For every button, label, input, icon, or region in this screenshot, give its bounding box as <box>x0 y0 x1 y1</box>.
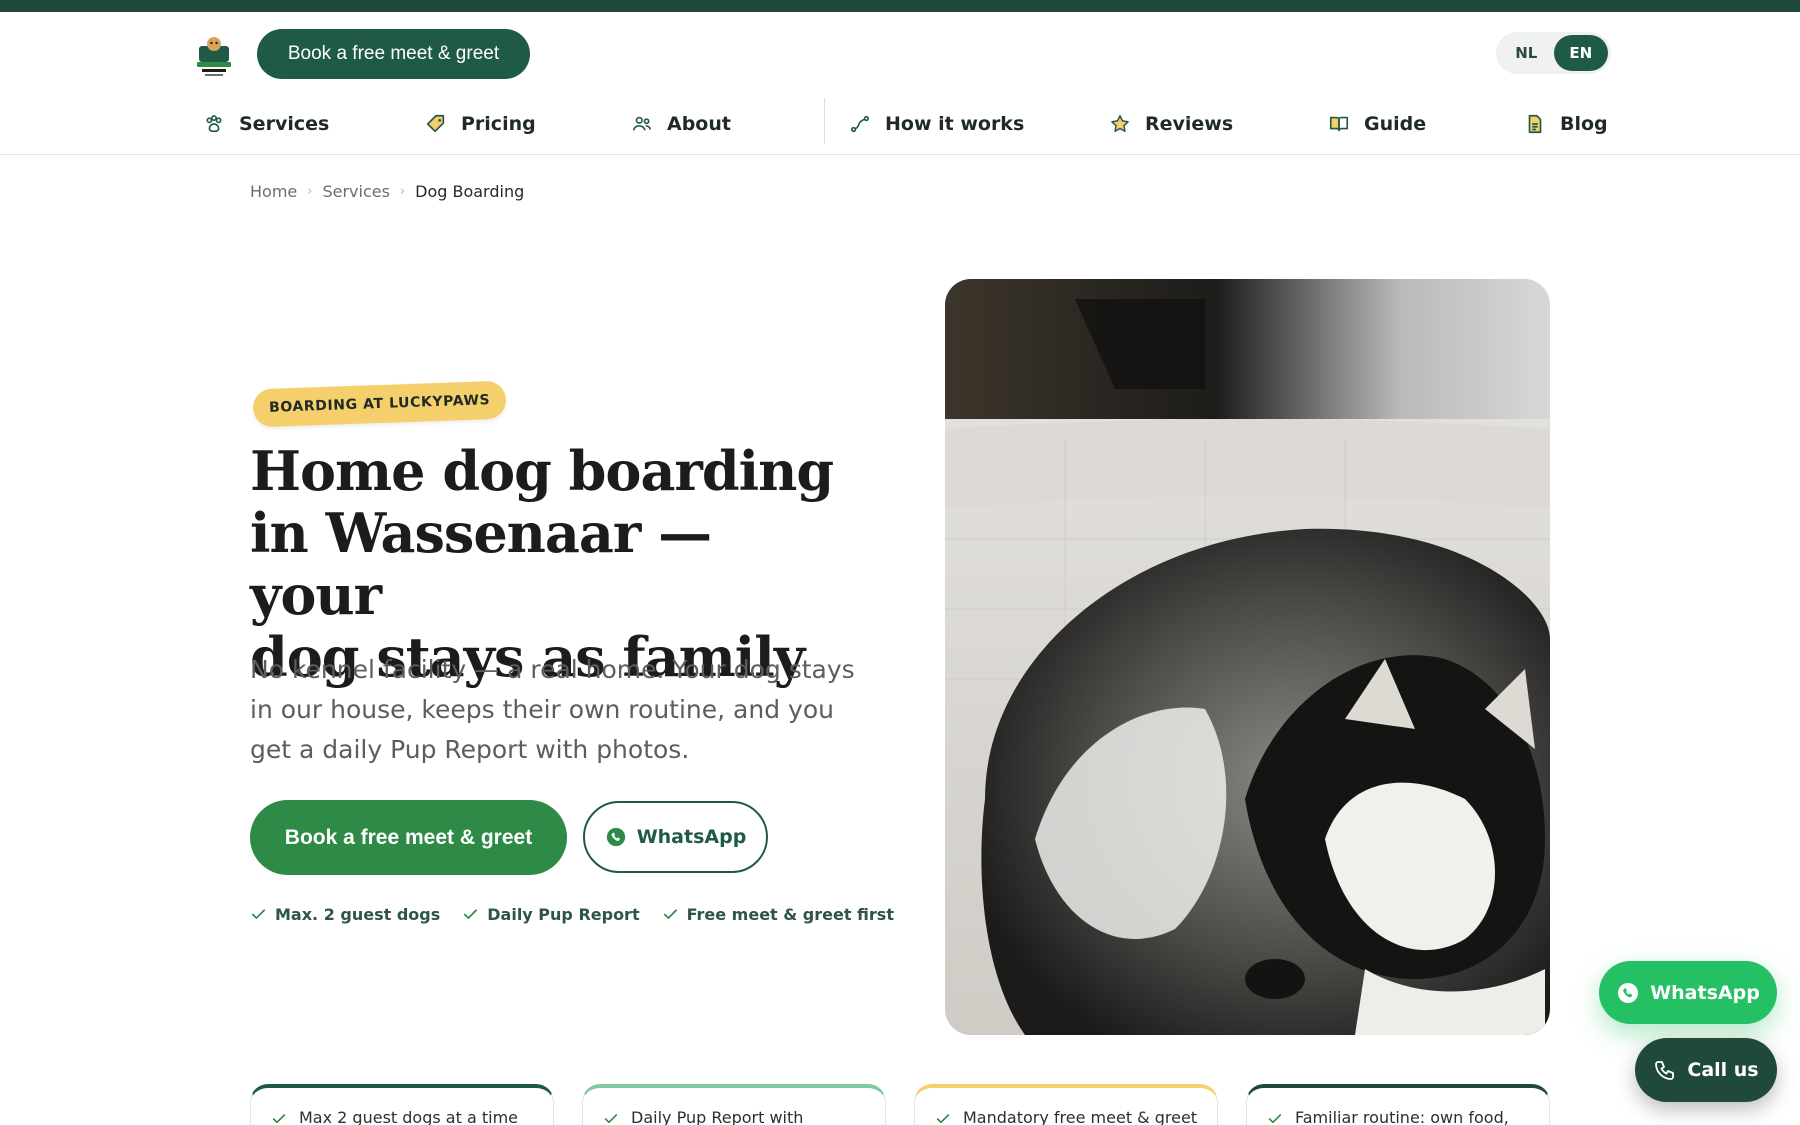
hero-dog-photo <box>945 279 1550 1035</box>
nav-item-how-it-works[interactable]: How it works <box>849 94 1024 154</box>
nav-item-label: Services <box>239 113 330 135</box>
feature-card: Mandatory free meet & greet <box>914 1084 1218 1125</box>
check-icon <box>272 1114 286 1124</box>
check-icon <box>1268 1114 1282 1124</box>
people-icon <box>632 116 652 131</box>
check-icon <box>251 909 266 919</box>
document-icon <box>1528 114 1542 134</box>
hero-book-meet-greet-button[interactable]: Book a free meet & greet <box>250 800 567 875</box>
floating-call-button[interactable]: Call us <box>1635 1038 1777 1102</box>
nav-item-about[interactable]: About <box>631 94 731 154</box>
phone-icon <box>1655 1061 1675 1080</box>
check-item: Max. 2 guest dogs <box>250 905 440 924</box>
nav-item-blog[interactable]: Blog <box>1524 94 1608 154</box>
hero-title-line: in Wassenaar — your <box>250 501 712 627</box>
check-item-label: Daily Pup Report <box>487 905 640 924</box>
language-option-en[interactable]: EN <box>1553 35 1608 71</box>
breadcrumb-services[interactable]: Services <box>322 182 389 201</box>
check-item-label: Max. 2 guest dogs <box>275 905 441 924</box>
check-icon <box>464 909 478 919</box>
book-meet-greet-button[interactable]: Book a free meet & greet <box>257 29 530 79</box>
breadcrumb: Home › Services › Dog Boarding <box>250 182 524 201</box>
nav-item-label: How it works <box>885 113 1025 135</box>
nav-item-label: Guide <box>1364 113 1427 135</box>
nav-item-label: Pricing <box>461 113 536 135</box>
floating-call-label: Call us <box>1687 1059 1759 1081</box>
feature-card-label: Familiar routine: own food, <box>1295 1108 1509 1125</box>
whatsapp-icon <box>606 827 625 847</box>
check-icon <box>936 1114 950 1124</box>
breadcrumb-current: Dog Boarding <box>415 182 525 201</box>
book-icon <box>1329 116 1349 132</box>
feature-card: Max 2 guest dogs at a time <box>250 1084 554 1125</box>
chevron-right-icon: › <box>399 184 406 199</box>
hero-badge: BOARDING AT LUCKYPAWS <box>252 380 507 428</box>
feature-card: Daily Pup Report with <box>582 1084 886 1125</box>
check-icon <box>663 909 677 919</box>
hero-checklist: Max. 2 guest dogs Daily Pup Report Free … <box>250 905 894 924</box>
nav-item-label: Reviews <box>1145 113 1234 135</box>
floating-whatsapp-label: WhatsApp <box>1650 981 1760 1004</box>
route-icon <box>850 115 870 133</box>
check-item: Free meet & greet first <box>662 905 894 924</box>
language-switcher: NL EN <box>1496 32 1611 74</box>
check-icon <box>604 1114 618 1124</box>
feature-card: Familiar routine: own food, <box>1246 1084 1550 1125</box>
hero-whatsapp-button[interactable]: WhatsApp <box>583 801 768 873</box>
whatsapp-icon <box>1618 982 1639 1003</box>
nav-item-pricing[interactable]: Pricing <box>425 94 536 154</box>
breadcrumb-home[interactable]: Home <box>250 182 297 201</box>
nav-item-label: Blog <box>1560 113 1608 135</box>
check-item: Daily Pup Report <box>462 905 640 924</box>
main-nav: Services Pricing About How it works Revi… <box>0 94 1800 154</box>
hero-whatsapp-label: WhatsApp <box>636 826 747 848</box>
hero-subtitle: No kennel facility — a real home. Your d… <box>250 655 855 764</box>
check-item-label: Free meet & greet first <box>686 905 894 924</box>
language-option-nl[interactable]: NL <box>1499 35 1554 71</box>
feature-card-label: Max 2 guest dogs at a time <box>299 1108 518 1125</box>
tag-icon <box>426 114 445 133</box>
top-accent-bar <box>0 0 1800 12</box>
lucky-paws-logo[interactable] <box>193 32 235 78</box>
star-icon <box>1111 115 1129 132</box>
feature-card-label: Daily Pup Report with <box>631 1108 804 1125</box>
nav-item-label: About <box>667 113 731 135</box>
nav-divider <box>824 98 825 144</box>
feature-card-label: Mandatory free meet & greet <box>963 1108 1198 1125</box>
nav-item-guide[interactable]: Guide <box>1328 94 1426 154</box>
nav-item-services[interactable]: Services <box>203 94 329 154</box>
hero-title-line: Home dog boarding <box>250 439 834 503</box>
nav-item-reviews[interactable]: Reviews <box>1109 94 1233 154</box>
floating-whatsapp-button[interactable]: WhatsApp <box>1599 961 1777 1024</box>
chevron-right-icon: › <box>307 184 313 199</box>
site-header: Book a free meet & greet NL EN Services … <box>0 12 1800 155</box>
paw-icon <box>206 115 222 133</box>
